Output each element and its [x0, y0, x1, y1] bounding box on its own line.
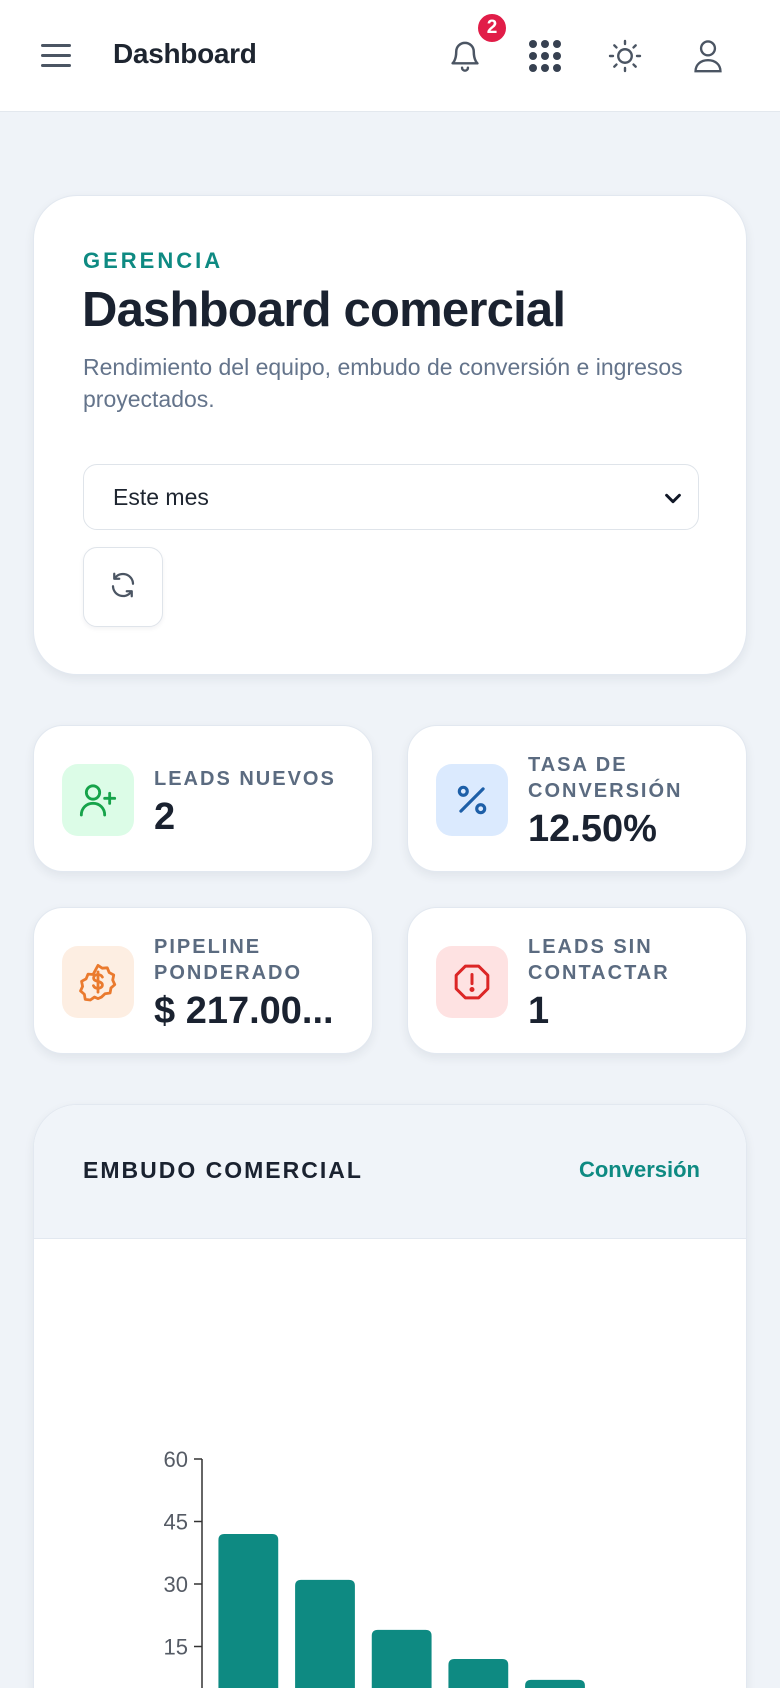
- funnel-bar: [295, 1579, 355, 1688]
- y-tick-label: 60: [164, 1447, 188, 1472]
- stat-value: 2: [154, 796, 176, 838]
- bell-icon[interactable]: [443, 34, 487, 78]
- stat-value: $ 217.00...: [154, 990, 334, 1032]
- sun-icon[interactable]: [603, 34, 647, 78]
- alert-octagon-icon: [436, 946, 508, 1018]
- stat-value: 1: [528, 990, 550, 1032]
- menu-icon[interactable]: [38, 38, 74, 74]
- stat-label: PIPELINE PONDERADO: [154, 936, 303, 984]
- refresh-icon: [108, 570, 138, 605]
- stat-label: LEADS NUEVOS: [154, 768, 336, 790]
- y-tick-label: 30: [164, 1572, 188, 1597]
- stat-card-new-leads: LEADS NUEVOS 2: [33, 725, 373, 872]
- period-select[interactable]: Este mes: [83, 464, 699, 530]
- user-icon[interactable]: [686, 34, 730, 78]
- dashboard-header-card: GERENCIA Dashboard comercial Rendimiento…: [33, 195, 747, 675]
- app-title: Dashboard: [113, 38, 257, 69]
- stat-card-uncontacted-leads: LEADS SIN CONTACTAR 1: [407, 907, 747, 1054]
- dollar-badge-icon: [62, 946, 134, 1018]
- page-title: Dashboard comercial: [82, 283, 566, 337]
- funnel-bar: [371, 1629, 432, 1688]
- apps-grid-icon[interactable]: [523, 34, 567, 78]
- chart-header: EMBUDO COMERCIAL Conversión: [34, 1105, 746, 1239]
- stat-value: 12.50%: [528, 808, 657, 850]
- y-tick-label: 45: [164, 1510, 188, 1535]
- user-plus-icon: [62, 764, 134, 836]
- funnel-bar-chart: 015304560ContactadoPropuestaGanado: [164, 1447, 585, 1688]
- funnel-bar: [448, 1659, 509, 1688]
- page-subtitle: Rendimiento del equipo, embudo de conver…: [83, 354, 683, 412]
- stat-label: LEADS SIN CONTACTAR: [528, 936, 670, 984]
- chart-title: EMBUDO COMERCIAL: [83, 1157, 363, 1183]
- stat-card-conversion-rate: TASA DE CONVERSIÓN 12.50%: [407, 725, 747, 872]
- funnel-chart-card: EMBUDO COMERCIAL Conversión 015304560Con…: [33, 1104, 747, 1688]
- refresh-button[interactable]: [83, 547, 163, 627]
- percent-icon: [436, 764, 508, 836]
- chevron-down-icon: [662, 487, 684, 514]
- section-eyebrow: GERENCIA: [83, 248, 224, 273]
- period-select-value: Este mes: [113, 484, 209, 510]
- notification-badge: 2: [476, 12, 508, 44]
- y-tick-label: 15: [164, 1635, 188, 1660]
- funnel-bar: [525, 1679, 585, 1688]
- conversion-link[interactable]: Conversión: [579, 1157, 700, 1183]
- funnel-bar: [218, 1534, 279, 1688]
- stat-label: TASA DE CONVERSIÓN: [528, 754, 683, 802]
- stat-card-weighted-pipeline: PIPELINE PONDERADO $ 217.00...: [33, 907, 373, 1054]
- top-bar: Dashboard 2: [0, 0, 780, 112]
